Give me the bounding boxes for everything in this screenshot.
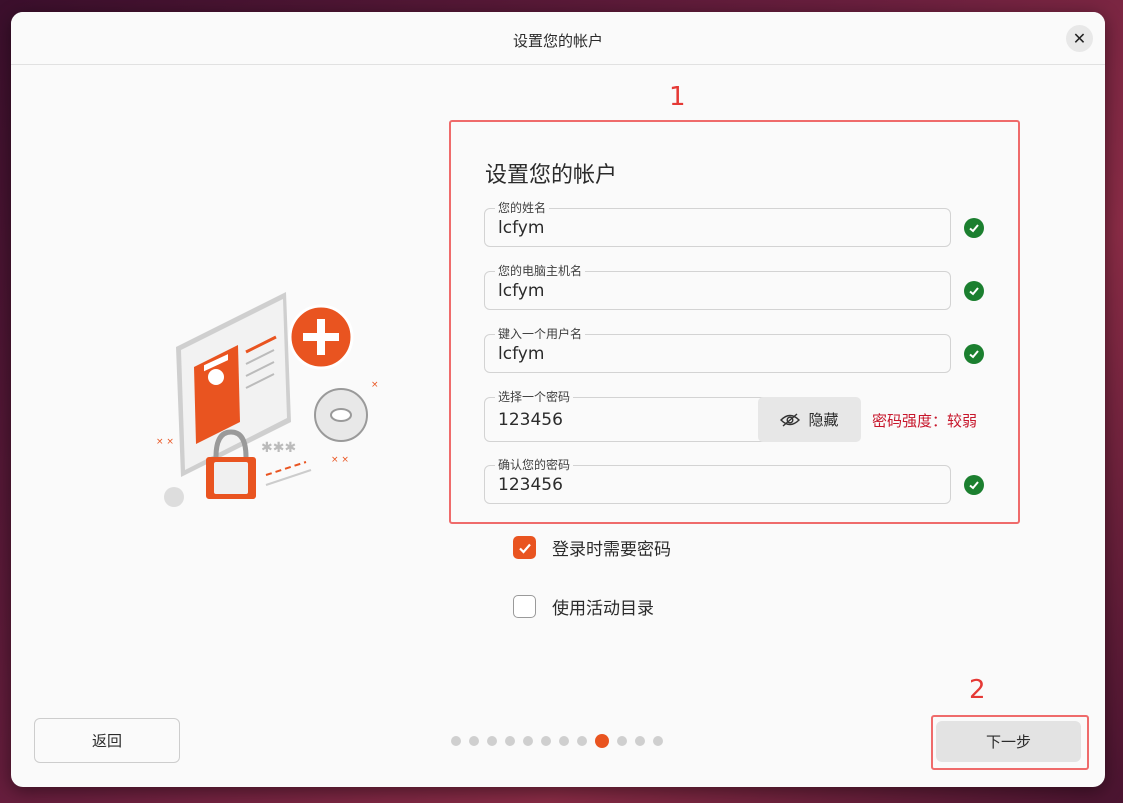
svg-text:✱✱✱: ✱✱✱ (261, 440, 296, 456)
active-directory-label: 使用活动目录 (552, 599, 654, 619)
checkbox-check-icon (518, 543, 531, 554)
hostname-field-label: 您的电脑主机名 (495, 263, 586, 279)
account-illustration: ✱✱✱ × × × × × (156, 292, 379, 507)
check-icon (964, 475, 984, 495)
confirm-password-field-value: 123456 (498, 475, 563, 495)
reveal-button-label: 隐藏 (808, 411, 839, 429)
password-strength-text: 密码强度：较弱 (872, 412, 978, 430)
next-button[interactable]: 下一步 (936, 721, 1081, 762)
progress-dot (653, 736, 663, 746)
close-icon: ✕ (1072, 29, 1087, 48)
active-directory-checkbox[interactable] (513, 595, 536, 618)
back-button-label: 返回 (91, 732, 122, 750)
window-title: 设置您的帐户 (512, 32, 603, 50)
svg-text:× ×: × × (156, 437, 174, 447)
progress-dot (487, 736, 497, 746)
setup-window: 设置您的帐户 ✕ ✱✱✱ × × × × × 1 设置您的帐户 您的姓名 lcf… (11, 12, 1105, 787)
password-field-label: 选择一个密码 (495, 389, 574, 405)
check-icon (964, 218, 984, 238)
progress-dot (451, 736, 461, 746)
close-button[interactable]: ✕ (1066, 25, 1093, 52)
progress-dots (451, 734, 663, 748)
svg-text:×: × (371, 380, 379, 390)
reveal-password-button[interactable]: 隐藏 (758, 397, 861, 442)
name-field-value: lcfym (498, 218, 545, 238)
hostname-field-value: lcfym (498, 281, 545, 301)
annotation-number-2: 2 (969, 675, 986, 705)
password-field-value: 123456 (498, 410, 563, 430)
check-icon (964, 281, 984, 301)
hostname-field[interactable]: 您的电脑主机名 lcfym (484, 263, 951, 310)
progress-dot (469, 736, 479, 746)
username-field-value: lcfym (498, 344, 545, 364)
active-directory-option[interactable]: 使用活动目录 (513, 594, 654, 619)
name-field-label: 您的姓名 (495, 200, 550, 216)
back-button[interactable]: 返回 (34, 718, 180, 763)
progress-dot (577, 736, 587, 746)
confirm-password-field-label: 确认您的密码 (495, 457, 574, 473)
require-password-label: 登录时需要密码 (552, 540, 671, 560)
title-bar: 设置您的帐户 ✕ (11, 12, 1105, 65)
form-heading: 设置您的帐户 (485, 163, 618, 188)
name-field[interactable]: 您的姓名 lcfym (484, 200, 951, 247)
username-field[interactable]: 键入一个用户名 lcfym (484, 326, 951, 373)
svg-text:× ×: × × (331, 455, 349, 465)
progress-dot (635, 736, 645, 746)
progress-dot (617, 736, 627, 746)
next-button-label: 下一步 (985, 733, 1031, 751)
progress-dot (523, 736, 533, 746)
require-password-option[interactable]: 登录时需要密码 (513, 535, 671, 560)
progress-dot (541, 736, 551, 746)
progress-dot (505, 736, 515, 746)
check-icon (964, 344, 984, 364)
progress-dot (559, 736, 569, 746)
annotation-number-1: 1 (669, 82, 686, 112)
username-field-label: 键入一个用户名 (495, 326, 586, 342)
require-password-checkbox[interactable] (513, 536, 536, 559)
progress-dot-current (595, 734, 609, 748)
eye-icon (780, 412, 801, 427)
confirm-password-field[interactable]: 确认您的密码 123456 (484, 457, 951, 504)
